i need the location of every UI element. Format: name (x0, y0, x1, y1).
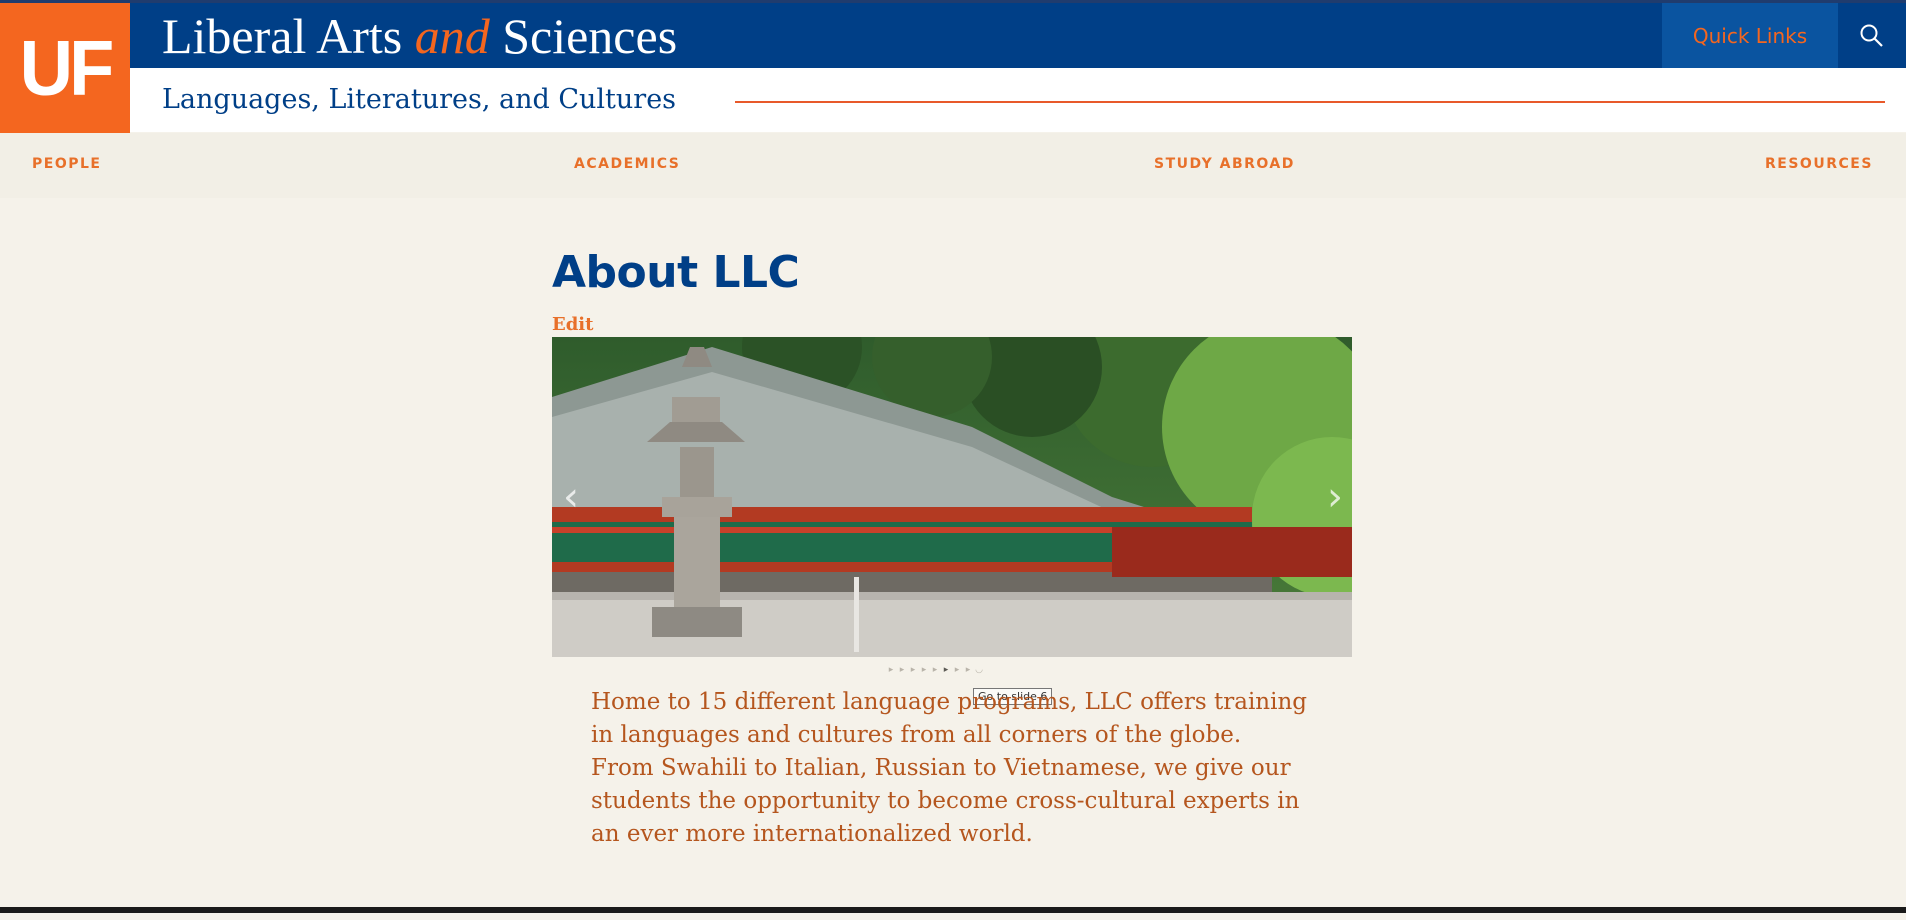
slider-dot-6[interactable]: ▸ (941, 665, 951, 675)
page-title: About LLC (552, 247, 800, 298)
shrine-photo (552, 337, 1352, 657)
college-title-part2: Sciences (489, 8, 678, 64)
slider-pager: ▸ ▸ ▸ ▸ ▸ ▸ ▸ ▸ ◡ (886, 665, 984, 675)
slider-dot-9[interactable]: ◡ (974, 665, 984, 675)
image-slider: ‹ › (552, 337, 1352, 657)
slider-dot-3[interactable]: ▸ (908, 665, 918, 675)
slider-dot-2[interactable]: ▸ (897, 665, 907, 675)
search-icon (1860, 24, 1883, 47)
main-nav: PEOPLE ACADEMICS STUDY ABROAD RESOURCES (0, 133, 1906, 198)
quick-links-button[interactable]: Quick Links (1662, 3, 1838, 68)
college-title-part1: Liberal Arts (162, 8, 415, 64)
intro-paragraph: Home to 15 different language programs, … (591, 689, 1307, 847)
nav-item-people[interactable]: PEOPLE (32, 156, 101, 172)
nav-item-resources[interactable]: RESOURCES (1765, 156, 1873, 172)
nav-item-study-abroad[interactable]: STUDY ABROAD (1154, 156, 1295, 172)
slider-dot-8[interactable]: ▸ (963, 665, 973, 675)
uf-logo-text: UF (19, 23, 115, 112)
slider-next-button[interactable]: › (1320, 477, 1350, 517)
college-title-and: and (414, 8, 490, 64)
edit-link[interactable]: Edit (552, 314, 593, 335)
slider-prev-button[interactable]: ‹ (556, 477, 586, 517)
bottom-bar (0, 907, 1906, 913)
department-divider (735, 101, 1885, 103)
college-title[interactable]: Liberal Arts and Sciences (162, 8, 677, 64)
slider-dot-4[interactable]: ▸ (919, 665, 929, 675)
slider-dot-7[interactable]: ▸ (952, 665, 962, 675)
nav-item-academics[interactable]: ACADEMICS (574, 156, 680, 172)
department-title[interactable]: Languages, Literatures, and Cultures (162, 80, 676, 120)
uf-logo[interactable]: UF (0, 3, 130, 133)
search-button[interactable] (1838, 3, 1906, 68)
slider-dot-5[interactable]: ▸ (930, 665, 940, 675)
slider-dot-1[interactable]: ▸ (886, 665, 896, 675)
